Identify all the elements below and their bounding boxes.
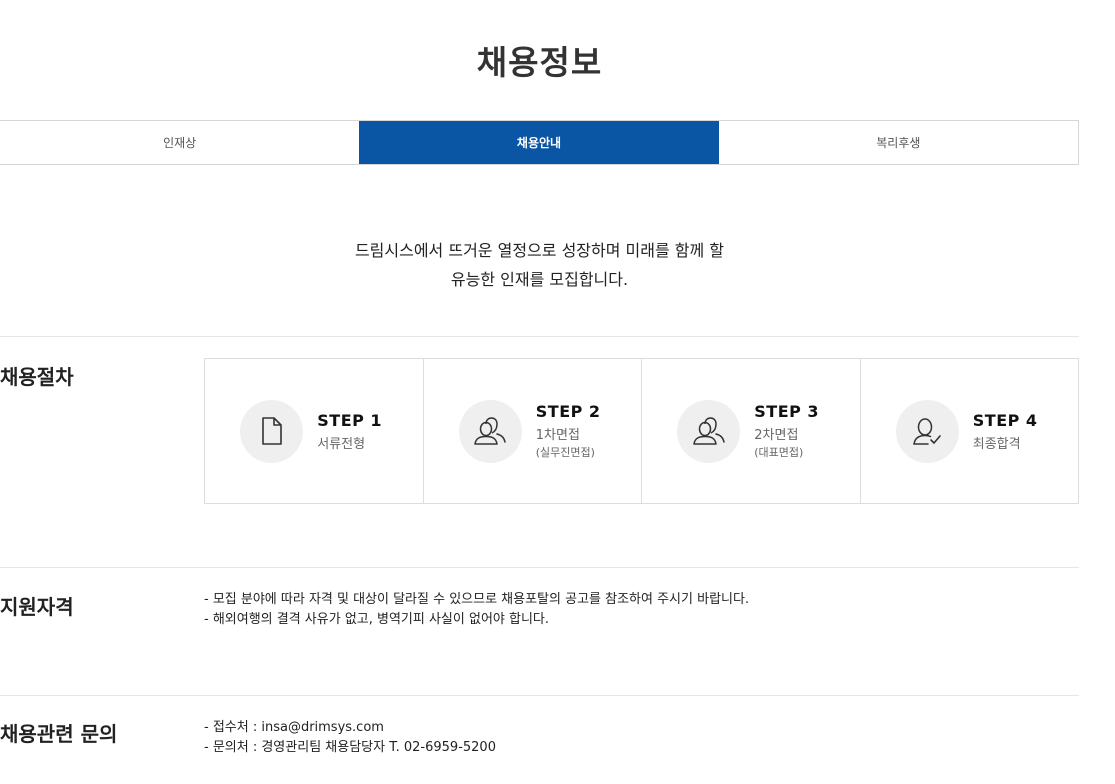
step-sub: (대표면접)	[754, 446, 804, 459]
step-label: STEP 3	[754, 402, 820, 421]
divider	[0, 695, 1079, 696]
contact-phone-line: - 문의처 : 경영관리팀 채용담당자 T. 02-6959-5200	[204, 740, 496, 755]
divider	[0, 567, 1079, 568]
page-title: 채용정보	[476, 43, 603, 82]
tab-talent[interactable]: 인재상	[0, 121, 360, 164]
step-name: 최종합격	[972, 436, 1021, 452]
tab-welfare[interactable]: 복리후생	[718, 121, 1078, 164]
user-check-icon	[895, 399, 959, 463]
step-label: STEP 2	[535, 402, 601, 421]
intro-line-1: 드림시스에서 뜨거운 열정으로 성장하며 미래를 함께 할	[354, 241, 725, 260]
document-icon	[240, 399, 304, 463]
qualification-title: 지원자격	[0, 595, 74, 619]
intro-text: 드림시스에서 뜨거운 열정으로 성장하며 미래를 함께 할 유능한 인재를 모집…	[0, 236, 1079, 294]
contact-title: 채용관련 문의	[0, 722, 118, 746]
step-3: STEP 3 2차면접 (대표면접)	[642, 359, 861, 503]
qualification-line: - 해외여행의 결격 사유가 없고, 병역기피 사실이 없어야 합니다.	[204, 612, 550, 627]
intro-line-2: 유능한 인재를 모집합니다.	[450, 270, 629, 289]
step-4: STEP 4 최종합격	[861, 359, 1079, 503]
step-name: 서류전형	[317, 436, 366, 452]
step-name: 2차면접	[754, 428, 799, 443]
process-title: 채용절차	[0, 365, 74, 389]
tab-bar: 인재상 채용안내 복리후생	[0, 120, 1079, 165]
step-label: STEP 1	[317, 410, 383, 430]
step-label: STEP 4	[972, 410, 1038, 430]
recruit-page: 채용정보 인재상 채용안내 복리후생 드림시스에서 뜨거운 열정으로 성장하며 …	[0, 0, 1115, 784]
step-2: STEP 2 1차면접 (실무진면접)	[424, 359, 642, 503]
step-sub: (실무진면접)	[535, 446, 595, 459]
tab-recruit-guide[interactable]: 채용안내	[359, 121, 719, 164]
users-icon	[677, 399, 741, 463]
step-name: 1차면접	[535, 428, 580, 443]
step-1: STEP 1 서류전형	[205, 359, 424, 503]
process-steps: STEP 1 서류전형 STEP 2 1차면접 (실무진면접) STEP 3 2…	[204, 358, 1079, 504]
contact-list: - 접수처 : insa@drimsys.com - 문의처 : 경영관리팀 채…	[204, 718, 496, 758]
users-icon	[458, 399, 522, 463]
qualification-line: - 모집 분야에 따라 자격 및 대상이 달라질 수 있으므로 채용포탈의 공고…	[204, 592, 750, 607]
contact-email-line: - 접수처 : insa@drimsys.com	[204, 720, 384, 735]
divider	[0, 336, 1079, 337]
qualification-list: - 모집 분야에 따라 자격 및 대상이 달라질 수 있으므로 채용포탈의 공고…	[204, 590, 749, 630]
